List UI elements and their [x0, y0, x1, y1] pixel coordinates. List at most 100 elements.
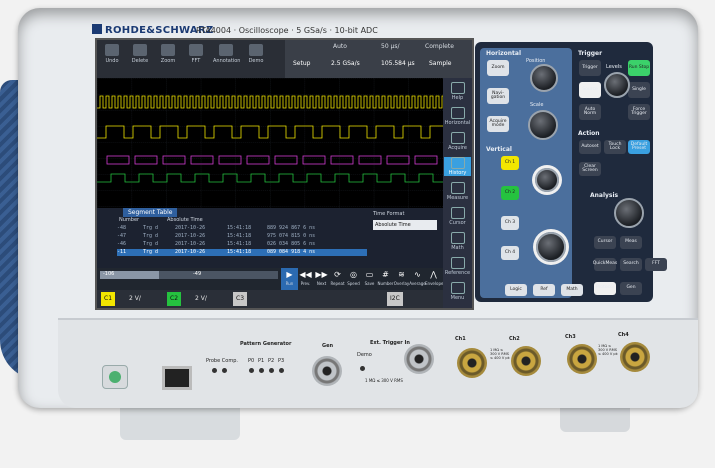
analysis-2-button[interactable]: QuickMeas: [593, 258, 617, 271]
side-menu-math[interactable]: Math: [444, 232, 471, 251]
envelope-button[interactable]: ⋀ Envelope: [425, 268, 443, 290]
math-button[interactable]: Math: [561, 284, 583, 296]
ch1-scale[interactable]: 2 V/: [129, 292, 141, 306]
side-menu-help[interactable]: Help: [444, 82, 471, 101]
trigger-2-button[interactable]: Source: [579, 82, 601, 98]
ch2-scale[interactable]: 2 V/: [195, 292, 207, 306]
undo-button[interactable]: Undo: [99, 44, 125, 64]
analysis-5-button[interactable]: Protocol: [594, 282, 616, 295]
ch3-button[interactable]: Ch 3: [501, 216, 519, 230]
pattern-pin-p3[interactable]: [279, 368, 284, 373]
table-row[interactable]: -48 Trg d 2017-10-26 15:41:18 889 924 867 6 …: [117, 225, 367, 232]
ch2-badge[interactable]: C2: [167, 292, 182, 306]
horizontal-scale-knob[interactable]: [528, 110, 558, 140]
ch2-input-connector[interactable]: [511, 346, 541, 376]
ch2-button[interactable]: Ch 2: [501, 186, 519, 200]
cell-trig: Trg d: [143, 233, 159, 239]
ch4-input-connector[interactable]: [620, 342, 650, 372]
cell-val: 889 924 867 6 ns: [267, 225, 316, 231]
analysis-1-button[interactable]: Meas: [620, 236, 642, 249]
analysis-6-button[interactable]: Gen: [620, 282, 642, 295]
side-menu-acquire[interactable]: Acquire: [444, 132, 471, 151]
speed-button[interactable]: ◎ Speed: [345, 268, 362, 290]
horizontal-2-button[interactable]: Acquire mode: [487, 116, 509, 132]
number-icon: #: [382, 270, 389, 279]
segment-table-tab[interactable]: Segment Table: [123, 208, 178, 217]
number-button[interactable]: # Number: [377, 268, 394, 290]
ext-trigger-connector[interactable]: [404, 344, 434, 374]
ch1-button[interactable]: Ch 1: [501, 156, 519, 170]
average-button[interactable]: ∿ Average: [409, 268, 426, 290]
time-format-select[interactable]: Absolute Time: [373, 220, 437, 230]
vertical-position-knob[interactable]: [535, 168, 559, 192]
table-row[interactable]: -47 Trg d 2017-10-26 15:41:18 975 074 815 0 …: [117, 233, 367, 240]
side-menu-history[interactable]: History: [444, 157, 471, 176]
fft-button[interactable]: FFT: [183, 44, 209, 64]
overlay-button[interactable]: ≋ Overlay: [393, 268, 410, 290]
analysis-knob[interactable]: [614, 198, 644, 228]
ch3-badge[interactable]: C3: [233, 292, 248, 306]
logic-button[interactable]: Logic: [505, 284, 527, 296]
trigger-5-button[interactable]: Force Trigger: [628, 104, 650, 120]
prev-button[interactable]: ◀◀ Prev.: [297, 268, 314, 290]
pattern-pin-p2[interactable]: [269, 368, 274, 373]
playback-label: Run: [285, 281, 294, 286]
side-menu-reference[interactable]: Reference: [444, 257, 471, 276]
table-row[interactable]: -11 Trg d 2017-10-26 15:41:18 089 084 918 4 …: [117, 249, 367, 256]
touchscreen[interactable]: Undo Delete Zoom FFT Annotation Demo Aut…: [95, 38, 474, 310]
action-3-button[interactable]: Default Preset: [628, 140, 650, 154]
playback-label: Repeat: [330, 281, 345, 286]
analysis-section-label: Analysis: [590, 192, 619, 199]
probe-comp-ground[interactable]: [222, 368, 227, 373]
horizontal-position-knob[interactable]: [530, 64, 558, 92]
save-button[interactable]: ▭ Save: [361, 268, 378, 290]
demo-pin[interactable]: [360, 366, 365, 371]
ch1-input-connector[interactable]: [457, 348, 487, 378]
ref-button[interactable]: Ref: [533, 284, 555, 296]
ch4-button[interactable]: Ch 4: [501, 246, 519, 260]
acquisition-panel[interactable]: Auto 50 µs/ Complete Setup 2.5 GSa/s 105…: [285, 40, 472, 78]
side-menu-menu[interactable]: Menu: [444, 282, 471, 301]
side-menu-cursor[interactable]: Cursor: [444, 207, 471, 226]
repeat-button[interactable]: ⟳ Repeat: [329, 268, 346, 290]
run-button[interactable]: ▶ Run: [281, 268, 298, 290]
ch1-badge[interactable]: C1: [101, 292, 116, 306]
horizontal-0-button[interactable]: Zoom: [487, 60, 509, 76]
trigger-0-button[interactable]: Trigger: [579, 60, 601, 76]
pattern-pin-p0[interactable]: [249, 368, 254, 373]
trigger-3-button[interactable]: Single: [628, 82, 650, 98]
trigger-level-knob[interactable]: [604, 72, 630, 98]
side-menu-measure[interactable]: Measure: [444, 182, 471, 201]
pen-icon: [219, 44, 233, 56]
action-1-button[interactable]: Touch Lock: [604, 140, 626, 154]
ch3-input-connector[interactable]: [567, 344, 597, 374]
pattern-pin-p1[interactable]: [259, 368, 264, 373]
trigger-1-button[interactable]: Run Stop: [628, 60, 650, 76]
ch3-input-label: Ch3: [565, 334, 576, 340]
analysis-3-button[interactable]: Search: [620, 258, 642, 271]
gen-output-connector[interactable]: [312, 356, 342, 386]
time-scale: 50 µs/: [381, 43, 400, 50]
i2c-badge[interactable]: I2C: [387, 292, 403, 306]
usb-port[interactable]: [162, 366, 192, 390]
power-button[interactable]: [102, 365, 128, 389]
table-row[interactable]: -46 Trg d 2017-10-26 15:41:18 026 034 805 6 …: [117, 241, 367, 248]
action-2-button[interactable]: Clear Screen: [579, 162, 601, 176]
vertical-scale-knob[interactable]: [536, 232, 566, 262]
measure-icon: [450, 182, 465, 194]
zoom-button[interactable]: Zoom: [155, 44, 181, 64]
next-button[interactable]: ▶▶ Next: [313, 268, 330, 290]
delete-button[interactable]: Delete: [127, 44, 153, 64]
analysis-4-button[interactable]: FFT: [645, 258, 667, 271]
annotation-button[interactable]: Annotation: [213, 44, 240, 64]
demo-button[interactable]: Demo: [243, 44, 269, 64]
slider-current: -49: [193, 271, 202, 277]
horizontal-1-button[interactable]: Navi-gation: [487, 88, 509, 104]
action-0-button[interactable]: Autoset: [579, 140, 601, 154]
side-menu-horizontal[interactable]: Horizontal: [444, 107, 471, 126]
side-menu-label: Horizontal: [444, 120, 471, 126]
probe-comp-pin[interactable]: [212, 368, 217, 373]
trigger-4-button[interactable]: Auto Norm: [579, 104, 601, 120]
zoom-icon: [161, 44, 175, 56]
analysis-0-button[interactable]: Cursor: [594, 236, 616, 249]
